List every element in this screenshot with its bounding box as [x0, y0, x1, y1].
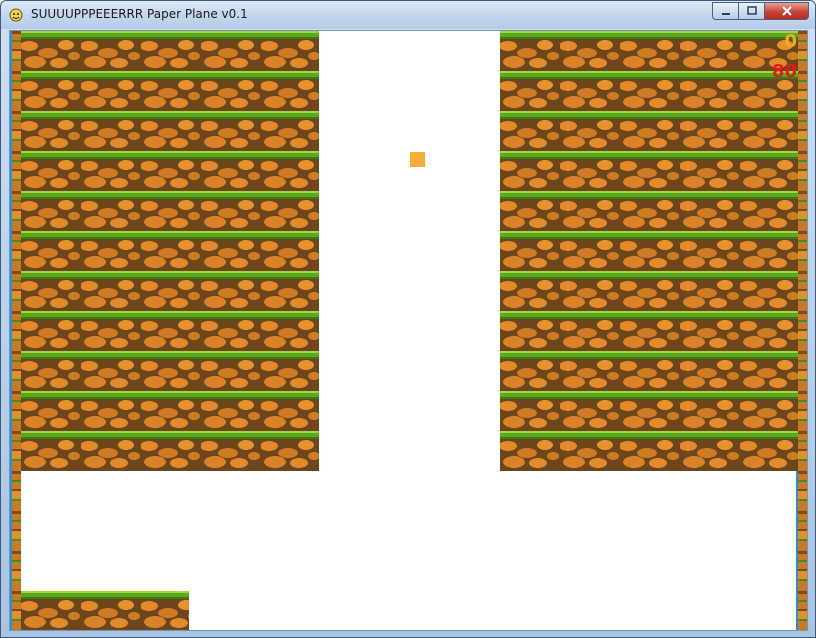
wall-tile: [796, 551, 807, 591]
ground-tile-row: [21, 111, 319, 151]
maximize-button[interactable]: [738, 2, 764, 20]
wall-tile: [10, 351, 21, 391]
ground-tile-row: [21, 311, 319, 351]
ground-tile-row: [500, 271, 798, 311]
player-plane: [410, 152, 425, 167]
ground-tile-row: [21, 351, 319, 391]
wall-tile: [10, 271, 21, 311]
ground-tile-row: [21, 31, 319, 71]
window-title: SUUUUPPPEEERRR Paper Plane v0.1: [31, 7, 248, 21]
ground-tile-row: [500, 431, 798, 471]
left-obstacle: [21, 31, 319, 475]
ground-tile-row: [21, 231, 319, 271]
window-controls: [712, 2, 809, 21]
close-icon: [781, 6, 792, 16]
ground-tile-row: [21, 271, 319, 311]
wall-tile: [10, 551, 21, 591]
ground-tile-row: [500, 351, 798, 391]
wall-tile: [10, 151, 21, 191]
wall-tile: [10, 471, 21, 511]
score-display: 0: [784, 31, 797, 52]
wall-tile: [10, 31, 21, 71]
ground-tile-row: [21, 591, 189, 630]
maximize-icon: [746, 6, 757, 15]
counter-display: 80: [771, 61, 797, 82]
app-icon: [9, 8, 23, 22]
ground-tile-row: [21, 391, 319, 431]
wall-tile: [796, 591, 807, 630]
wall-tile: [10, 391, 21, 431]
wall-tile: [796, 511, 807, 551]
ground-tile-row: [21, 71, 319, 111]
wall-tile: [10, 511, 21, 551]
wall-tile: [10, 111, 21, 151]
ground-tile-row: [21, 151, 319, 191]
minimize-button[interactable]: [712, 2, 738, 20]
close-button[interactable]: [764, 2, 809, 20]
ground-tile-row: [500, 31, 798, 71]
game-canvas[interactable]: 0 80: [9, 30, 808, 631]
wall-tile: [10, 591, 21, 630]
ground-tile-row: [500, 191, 798, 231]
wall-tile: [10, 191, 21, 231]
wall-tile: [10, 231, 21, 271]
title-bar[interactable]: SUUUUPPPEEERRR Paper Plane v0.1: [1, 1, 815, 29]
game-window: SUUUUPPPEEERRR Paper Plane v0.1 0 80: [0, 0, 816, 638]
left-wall: [10, 31, 21, 630]
ground-tile-row: [500, 151, 798, 191]
wall-tile: [796, 471, 807, 511]
bottom-obstacle: [21, 591, 189, 630]
ground-tile-row: [500, 231, 798, 271]
ground-tile-row: [21, 191, 319, 231]
right-obstacle: [500, 31, 798, 475]
ground-tile-row: [500, 71, 798, 111]
wall-tile: [10, 71, 21, 111]
ground-tile-row: [500, 111, 798, 151]
ground-tile-row: [500, 311, 798, 351]
minimize-icon: [721, 13, 730, 15]
wall-tile: [10, 311, 21, 351]
ground-tile-row: [500, 391, 798, 431]
ground-tile-row: [21, 431, 319, 471]
wall-tile: [10, 431, 21, 471]
